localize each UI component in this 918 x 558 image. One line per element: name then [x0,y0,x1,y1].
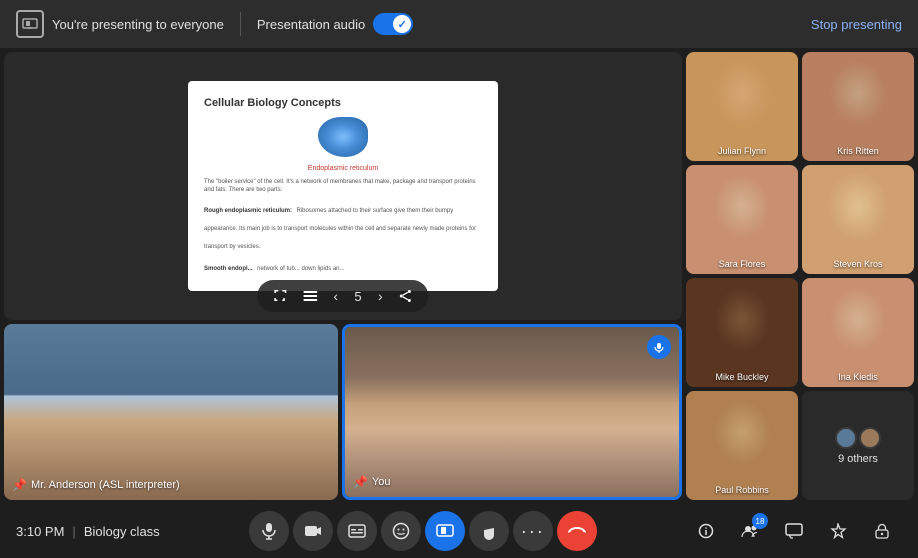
reactions-button[interactable] [381,511,421,551]
bottom-bar: 3:10 PM | Biology class [0,504,918,558]
paul-name: Paul Robbins [686,485,798,495]
slide-bold1: Rough endoplasmic reticulum: [204,208,292,214]
camera-button[interactable] [293,511,333,551]
participant-tile-4: Mike Buckley [686,278,798,387]
divider [240,12,241,36]
anderson-face [4,324,338,500]
chat-button[interactable] [774,511,814,551]
slide-bold2: Smooth endopl... [204,266,253,272]
others-label: 9 others [838,453,878,465]
participant-tile-5: Ina Kiedis [802,278,914,387]
slide-body3: network of tub... down lipids an... [257,266,344,272]
video-row: 📌 Mr. Anderson (ASL interpreter) 📌 You [4,324,682,500]
slide-fullscreen-button[interactable] [265,285,295,307]
lock-button[interactable] [862,511,902,551]
share-screen-button[interactable] [425,511,465,551]
captions-button[interactable] [337,511,377,551]
separator: | [72,524,75,539]
ina-face [802,278,914,387]
presentation-area: Cellular Biology Concepts Endoplasmic re… [4,52,682,320]
slide-menu-button[interactable] [295,287,325,305]
controls-right: 18 [686,511,902,551]
participant-tile-3: Steven Kros [802,165,914,274]
anderson-tile: 📌 Mr. Anderson (ASL interpreter) [4,324,338,500]
others-tile[interactable]: 9 others [802,391,914,500]
slide-body2: Ribosomes attached to their surface give… [204,208,476,250]
steven-name: Steven Kros [802,259,914,269]
mike-name: Mike Buckley [686,372,798,382]
you-tile: 📌 You [342,324,682,500]
anderson-name-badge: 📌 Mr. Anderson (ASL interpreter) [12,478,180,492]
right-panel: Julian Flynn Kris Ritten Sara Flores Ste… [686,52,914,500]
kris-name: Kris Ritten [802,146,914,156]
participant-tile-1: Kris Ritten [802,52,914,161]
sara-face [686,165,798,274]
info-button[interactable] [686,511,726,551]
end-call-button[interactable] [557,511,597,551]
speaking-indicator [647,335,671,359]
pin-icon-you: 📌 [353,475,368,489]
presenting-label: You're presenting to everyone [52,17,224,32]
participants-button[interactable]: 18 [730,511,770,551]
slide-title: Cellular Biology Concepts [204,97,482,109]
stop-presenting-button[interactable]: Stop presenting [811,17,902,32]
raise-hand-button[interactable] [469,511,509,551]
class-label: Biology class [84,524,160,539]
top-bar: You're presenting to everyone Presentati… [0,0,918,48]
top-bar-left: You're presenting to everyone Presentati… [16,10,811,38]
participants-badge: 18 [752,513,768,529]
paul-face [686,391,798,500]
controls-center: ··· [160,511,686,551]
you-face [345,327,679,497]
audio-label: Presentation audio [257,17,365,32]
cell-label: Endoplasmic reticulum [204,165,482,172]
more-options-button[interactable]: ··· [513,511,553,551]
time-display: 3:10 PM [16,524,64,539]
julian-name: Julian Flynn [686,146,798,156]
present-screen-icon [16,10,44,38]
audio-toggle[interactable]: ✓ [373,13,413,35]
ina-name: Ina Kiedis [802,372,914,382]
participant-tile-6: Paul Robbins [686,391,798,500]
pin-icon-anderson: 📌 [12,478,27,492]
mic-button[interactable] [249,511,289,551]
time-class: 3:10 PM | Biology class [16,524,160,539]
others-avatar-1 [835,427,857,449]
participant-tile-0: Julian Flynn [686,52,798,161]
main-content: Cellular Biology Concepts Endoplasmic re… [0,48,918,504]
you-name-badge: 📌 You [353,475,391,489]
you-name: You [372,476,391,488]
anderson-name: Mr. Anderson (ASL interpreter) [31,479,180,491]
cell-image [318,117,368,157]
sara-name: Sara Flores [686,259,798,269]
mike-face [686,278,798,387]
left-panel: Cellular Biology Concepts Endoplasmic re… [4,52,682,500]
steven-face [802,165,914,274]
slide-next-button[interactable]: › [370,284,391,308]
participant-tile-2: Sara Flores [686,165,798,274]
slide-container: Cellular Biology Concepts Endoplasmic re… [188,81,498,291]
slide-share-button[interactable] [391,285,421,307]
kris-face [802,52,914,161]
slide-body1: The "boiler service" of the cell. It's a… [204,178,482,195]
others-avatars [835,427,881,449]
slide-prev-button[interactable]: ‹ [325,284,346,308]
julian-face [686,52,798,161]
others-avatar-2 [859,427,881,449]
activities-button[interactable] [818,511,858,551]
slide-controls: ‹ 5 › [257,280,428,312]
slide-number: 5 [346,289,370,304]
